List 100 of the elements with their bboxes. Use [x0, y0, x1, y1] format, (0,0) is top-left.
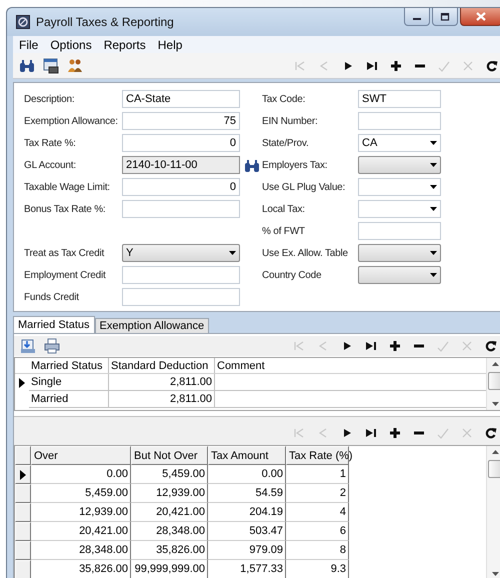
refresh-icon[interactable]: [485, 340, 497, 352]
table-cell: Married: [29, 391, 109, 408]
column-header[interactable]: Married Status: [29, 358, 109, 373]
scroll-bar[interactable]: [486, 446, 500, 578]
field-label: Taxable Wage Limit:: [24, 182, 111, 192]
table-cell: 2: [286, 484, 349, 503]
next-record-icon[interactable]: [342, 60, 354, 72]
table-cell: 28,348.00: [131, 522, 208, 541]
tab[interactable]: Exemption Allowance: [94, 318, 210, 333]
current-row-icon: [19, 378, 25, 388]
search-icon[interactable]: [245, 158, 260, 172]
table-cell: 1: [286, 465, 349, 484]
field-label: Employers Tax:: [262, 160, 328, 170]
column-header[interactable]: Tax Amount: [208, 446, 286, 465]
maximize-button[interactable]: [432, 8, 458, 26]
table-cell: 5,459.00: [131, 465, 208, 484]
form-window-icon[interactable]: [43, 58, 59, 74]
field-label: Use Ex. Allow. Table: [262, 248, 349, 258]
dropdown-field[interactable]: [358, 178, 441, 196]
table-cell: 35,826.00: [131, 541, 208, 560]
table-cell: 5,459.00: [31, 484, 131, 503]
refresh-icon[interactable]: [486, 60, 498, 72]
document-arrow-icon[interactable]: [20, 338, 36, 354]
add-icon[interactable]: [389, 340, 401, 352]
add-icon[interactable]: [389, 427, 401, 439]
input-field[interactable]: [358, 112, 441, 130]
scroll-bar[interactable]: [486, 358, 500, 410]
caret-icon: [430, 207, 437, 211]
table-cell: 2,811.00: [109, 374, 215, 391]
field-label: Bonus Tax Rate %:: [24, 204, 106, 214]
field-label: Local Tax:: [262, 204, 306, 214]
table-cell: 503.47: [208, 522, 286, 541]
next-record-icon[interactable]: [341, 340, 353, 352]
table-cell: 35,826.00: [31, 560, 131, 578]
last-record-icon[interactable]: [366, 60, 378, 72]
input-field[interactable]: [122, 288, 240, 306]
field-label: Treat as Tax Credit: [24, 248, 106, 258]
row-indicator[interactable]: [15, 465, 31, 484]
table-cell: 9.3: [286, 560, 349, 578]
column-header[interactable]: Over: [31, 446, 131, 465]
search-icon[interactable]: [19, 58, 35, 74]
tab[interactable]: Married Status: [13, 316, 95, 333]
table-cell: 8: [286, 541, 349, 560]
field-label: Employment Credit: [24, 270, 107, 280]
table-cell: 2,811.00: [109, 391, 215, 408]
table-cell: 20,421.00: [131, 503, 208, 522]
input-field[interactable]: 0: [122, 178, 240, 196]
table-cell: 1,577.33: [208, 560, 286, 578]
table-cell: 0.00: [208, 465, 286, 484]
last-record-icon[interactable]: [365, 340, 377, 352]
next-record-icon[interactable]: [341, 427, 353, 439]
table-cell: 0.00: [31, 465, 131, 484]
field-label: Description:: [24, 94, 76, 104]
input-field[interactable]: [122, 200, 240, 218]
field-label: Tax Code:: [262, 94, 306, 104]
menu-item[interactable]: Reports: [104, 38, 146, 52]
dropdown-field[interactable]: CA: [358, 134, 441, 152]
table-cell: 12,939.00: [131, 484, 208, 503]
field-label: Funds Credit: [24, 292, 80, 302]
table-cell: 4: [286, 503, 349, 522]
table-cell: 204.19: [208, 503, 286, 522]
table-cell: 99,999,999.00: [131, 560, 208, 578]
table-cell: 20,421.00: [31, 522, 131, 541]
add-icon[interactable]: [390, 60, 402, 72]
dropdown-field[interactable]: [358, 200, 441, 218]
refresh-icon[interactable]: [485, 427, 497, 439]
input-field[interactable]: 75: [122, 112, 240, 130]
table-cell: 54.59: [208, 484, 286, 503]
app-icon: [16, 15, 30, 29]
field-label: Exemption Allowance:: [24, 116, 119, 126]
minimize-button[interactable]: [404, 8, 430, 26]
close-button[interactable]: [460, 8, 500, 26]
input-field[interactable]: 0: [122, 134, 240, 152]
field-label: Country Code: [262, 270, 322, 280]
caret-icon: [430, 273, 437, 277]
input-field[interactable]: CA-State: [122, 90, 240, 108]
column-header[interactable]: Comment: [215, 358, 486, 373]
table-cell: Single: [29, 374, 109, 391]
input-field[interactable]: [358, 222, 441, 240]
caret-icon: [430, 141, 437, 145]
menu-item[interactable]: Options: [50, 38, 92, 52]
window-title: Payroll Taxes & Reporting: [36, 15, 174, 29]
current-row-icon: [20, 470, 26, 480]
close-icon: [476, 12, 486, 21]
column-header[interactable]: Standard Deduction: [109, 358, 215, 373]
caret-icon: [430, 163, 437, 167]
people-icon[interactable]: [67, 58, 83, 74]
menu-item[interactable]: Help: [158, 38, 182, 52]
last-record-icon[interactable]: [365, 427, 377, 439]
field-label: GL Account:: [24, 160, 77, 170]
field-label: State/Prov.: [262, 138, 310, 148]
menu-item[interactable]: File: [19, 38, 38, 52]
input-field[interactable]: [122, 266, 240, 284]
column-header[interactable]: But Not Over: [131, 446, 208, 465]
table-cell: 979.09: [208, 541, 286, 560]
printer-icon[interactable]: [44, 338, 60, 354]
input-field[interactable]: SWT: [358, 90, 441, 108]
input-field[interactable]: 2140-10-11-00: [122, 156, 240, 174]
field-label: % of FWT: [262, 226, 306, 236]
table-cell: 6: [286, 522, 349, 541]
